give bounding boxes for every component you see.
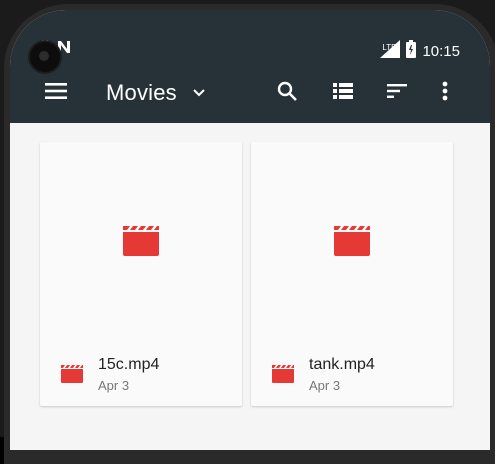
file-name: 15c.mp4 bbox=[98, 356, 160, 373]
list-view-icon bbox=[333, 82, 353, 104]
file-card[interactable]: 15c.mp4 Apr 3 bbox=[40, 142, 242, 406]
status-bar: LTE 10:15 bbox=[10, 10, 490, 63]
front-camera bbox=[28, 40, 62, 74]
search-button[interactable] bbox=[272, 63, 302, 123]
file-thumbnail bbox=[40, 142, 242, 342]
file-date: Apr 3 bbox=[98, 378, 130, 393]
list-view-button[interactable] bbox=[328, 63, 358, 123]
battery-icon bbox=[406, 40, 417, 62]
more-vert-icon bbox=[442, 81, 448, 106]
file-date: Apr 3 bbox=[309, 378, 341, 393]
page-title: Movies bbox=[106, 80, 177, 105]
signal-icon bbox=[380, 40, 401, 62]
folder-selector[interactable]: Movies bbox=[106, 63, 236, 123]
video-clapper-small-icon bbox=[271, 364, 295, 389]
menu-icon bbox=[45, 82, 67, 104]
file-card[interactable]: tank.mp4 Apr 3 bbox=[251, 142, 453, 406]
clock: 10:15 bbox=[422, 42, 460, 60]
file-meta: 15c.mp4 Apr 3 bbox=[40, 342, 242, 406]
sort-icon bbox=[387, 83, 407, 103]
file-name: tank.mp4 bbox=[309, 356, 375, 373]
chevron-down-icon bbox=[193, 84, 205, 102]
video-clapper-icon bbox=[332, 224, 372, 261]
file-thumbnail bbox=[251, 142, 453, 342]
file-grid: 15c.mp4 Apr 3 tank.mp4 Apr 3 bbox=[10, 123, 490, 450]
status-right: LTE 10:15 bbox=[380, 40, 460, 62]
overflow-menu-button[interactable] bbox=[432, 63, 458, 123]
sort-button[interactable] bbox=[382, 63, 412, 123]
app-toolbar: Movies bbox=[10, 63, 490, 123]
phone-screen: LTE 10:15 Movies 15c.mp4 Apr 3 tank.mp4 … bbox=[10, 10, 490, 450]
search-icon bbox=[277, 81, 297, 106]
video-clapper-icon bbox=[121, 224, 161, 261]
video-clapper-small-icon bbox=[60, 364, 84, 389]
file-meta: tank.mp4 Apr 3 bbox=[251, 342, 453, 406]
